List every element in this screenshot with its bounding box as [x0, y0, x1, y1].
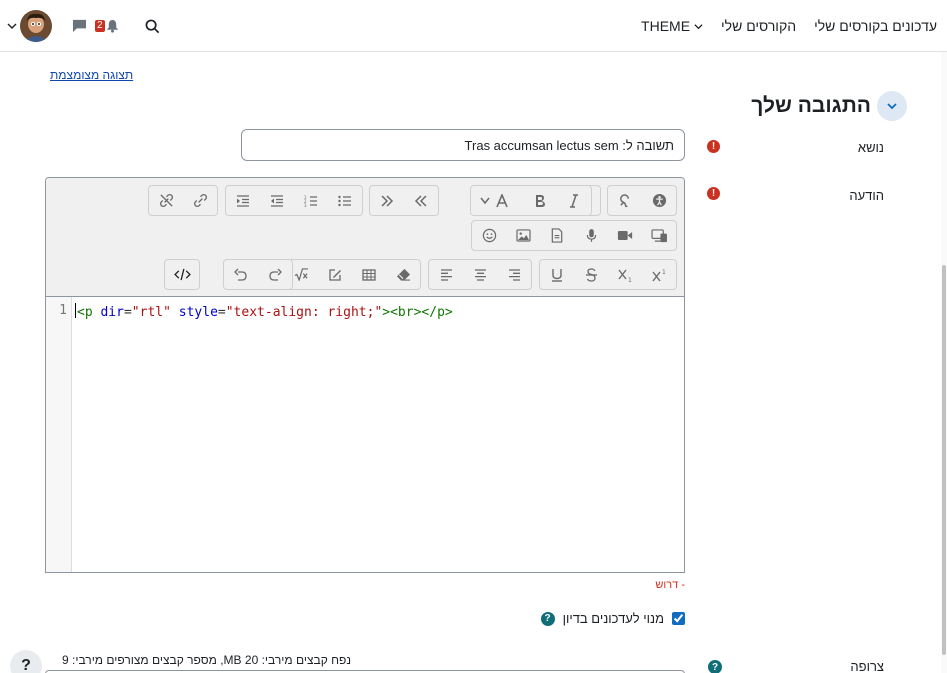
- italic-icon[interactable]: [557, 186, 591, 215]
- user-navigation: 2: [6, 0, 160, 52]
- line-number: 1: [59, 303, 67, 318]
- svg-text:1: 1: [628, 277, 632, 282]
- chevron-down-icon: [887, 103, 897, 110]
- code-equals: =: [123, 305, 132, 320]
- avatar-image: [20, 10, 52, 42]
- code-value-style: "text-align: right;": [225, 305, 383, 320]
- user-avatar[interactable]: [20, 10, 52, 42]
- toolbar-group-direction: [369, 185, 439, 216]
- code-attr-dir: dir: [92, 305, 124, 320]
- required-icon: !: [707, 140, 720, 153]
- subject-input[interactable]: [241, 129, 685, 161]
- nav-theme-dropdown[interactable]: THEME: [641, 18, 703, 34]
- emoji-icon[interactable]: [472, 221, 506, 250]
- attachment-label: צרופה: [850, 659, 884, 673]
- left-to-right-icon[interactable]: [404, 186, 438, 215]
- help-icon[interactable]: ?: [540, 611, 555, 626]
- code-attr-style: style: [170, 305, 218, 320]
- code-line[interactable]: <p dir="rtl" style="text-align: right;">…: [75, 303, 453, 320]
- nav-my-courses[interactable]: הקורסים שלי: [721, 18, 796, 34]
- link-icon[interactable]: [183, 186, 217, 215]
- svg-text:1: 1: [662, 269, 666, 276]
- bell-icon: [106, 19, 118, 33]
- notifications-button[interactable]: 2: [95, 19, 119, 33]
- page-scrollbar-thumb[interactable]: [942, 265, 946, 655]
- toolbar-group-source: [164, 259, 200, 290]
- toolbar-group-style: [470, 185, 592, 216]
- record-audio-icon[interactable]: [574, 221, 608, 250]
- primary-navigation: עדכונים בקורסים שלי הקורסים שלי THEME: [641, 0, 937, 52]
- edit-icon[interactable]: [318, 260, 352, 289]
- toolbar-group-align: [428, 259, 532, 290]
- subject-label: נושא: [857, 140, 884, 155]
- undo-icon[interactable]: [224, 260, 258, 289]
- help-button[interactable]: ?: [10, 650, 42, 673]
- line-number-gutter: 1: [46, 297, 72, 572]
- message-editor: 123 1 1 1 <p dir="rtl" style="text-align…: [45, 177, 685, 573]
- unlink-icon[interactable]: [149, 186, 183, 215]
- chevron-down-icon: [694, 23, 703, 29]
- html-code-editor[interactable]: 1 <p dir="rtl" style="text-align: right;…: [46, 297, 684, 572]
- toolbar-group-format: 1 1: [539, 259, 677, 290]
- code-tag-rest: ><br></p>: [382, 305, 453, 320]
- align-right-icon[interactable]: [497, 260, 531, 289]
- redo-icon[interactable]: [258, 260, 292, 289]
- nav-my-course-updates[interactable]: עדכונים בקורסים שלי: [814, 18, 937, 34]
- insert-file-icon[interactable]: [540, 221, 574, 250]
- required-note: - דרוש: [655, 579, 685, 591]
- toolbar-group-history: [223, 259, 293, 290]
- toolbar-group-insert: [283, 259, 421, 290]
- clear-formatting-icon[interactable]: [386, 260, 420, 289]
- text-cursor: [75, 303, 76, 318]
- compact-view-link[interactable]: תצוגה מצומצמת: [50, 68, 133, 82]
- bold-icon[interactable]: [523, 186, 557, 215]
- toolbar-group-lists: 123: [225, 185, 363, 216]
- nav-theme-label: THEME: [641, 18, 691, 34]
- code-equals: =: [217, 305, 226, 320]
- manage-files-icon[interactable]: [642, 221, 676, 250]
- record-video-icon[interactable]: [608, 221, 642, 250]
- user-menu-chevron-icon[interactable]: [6, 21, 18, 31]
- toolbar-group-accessibility: [607, 185, 677, 216]
- numbered-list-icon[interactable]: 123: [294, 186, 328, 215]
- align-left-icon[interactable]: [429, 260, 463, 289]
- editor-toolbar: 123 1 1: [46, 178, 684, 297]
- messages-icon[interactable]: [72, 19, 87, 33]
- superscript-icon[interactable]: 1: [642, 260, 676, 289]
- toolbar-group-media: [471, 220, 677, 251]
- indent-icon[interactable]: [226, 186, 260, 215]
- top-navbar: עדכונים בקורסים שלי הקורסים שלי THEME 2: [0, 0, 947, 52]
- right-to-left-icon[interactable]: [370, 186, 404, 215]
- subscribe-row: מנוי לעדכונים בדיון ?: [540, 611, 685, 626]
- subscript-icon[interactable]: 1: [608, 260, 642, 289]
- section-title: התגובה שלך: [751, 94, 871, 117]
- section-collapse-button[interactable]: [877, 91, 907, 121]
- image-icon[interactable]: [506, 221, 540, 250]
- subscribe-checkbox[interactable]: [672, 612, 685, 625]
- accessibility-checker-icon[interactable]: [642, 186, 676, 215]
- required-icon: !: [707, 187, 720, 200]
- table-icon[interactable]: [352, 260, 386, 289]
- reply-section-header: התגובה שלך: [751, 91, 907, 121]
- attachment-limits: נפח קבצים מירבי: 20 MB, מספר קבצים מצורפ…: [61, 653, 351, 667]
- code-tag-open: <p: [77, 305, 93, 320]
- svg-text:3: 3: [304, 203, 307, 207]
- paragraph-styles-icon[interactable]: [471, 186, 523, 215]
- underline-icon[interactable]: [540, 260, 574, 289]
- toolbar-group-links: [148, 185, 218, 216]
- search-icon[interactable]: [145, 19, 160, 34]
- align-center-icon[interactable]: [463, 260, 497, 289]
- screen-reader-helper-icon[interactable]: [608, 186, 642, 215]
- strikethrough-icon[interactable]: [574, 260, 608, 289]
- notification-count-badge: 2: [95, 20, 105, 32]
- code-value-dir: "rtl": [131, 305, 171, 320]
- subscribe-label: מנוי לעדכונים בדיון: [562, 611, 664, 626]
- attachment-help-icon[interactable]: ?: [708, 660, 722, 673]
- outdent-icon[interactable]: [260, 186, 294, 215]
- message-label: הודעה: [849, 188, 884, 203]
- html-source-icon[interactable]: [165, 260, 199, 289]
- bullet-list-icon[interactable]: [328, 186, 362, 215]
